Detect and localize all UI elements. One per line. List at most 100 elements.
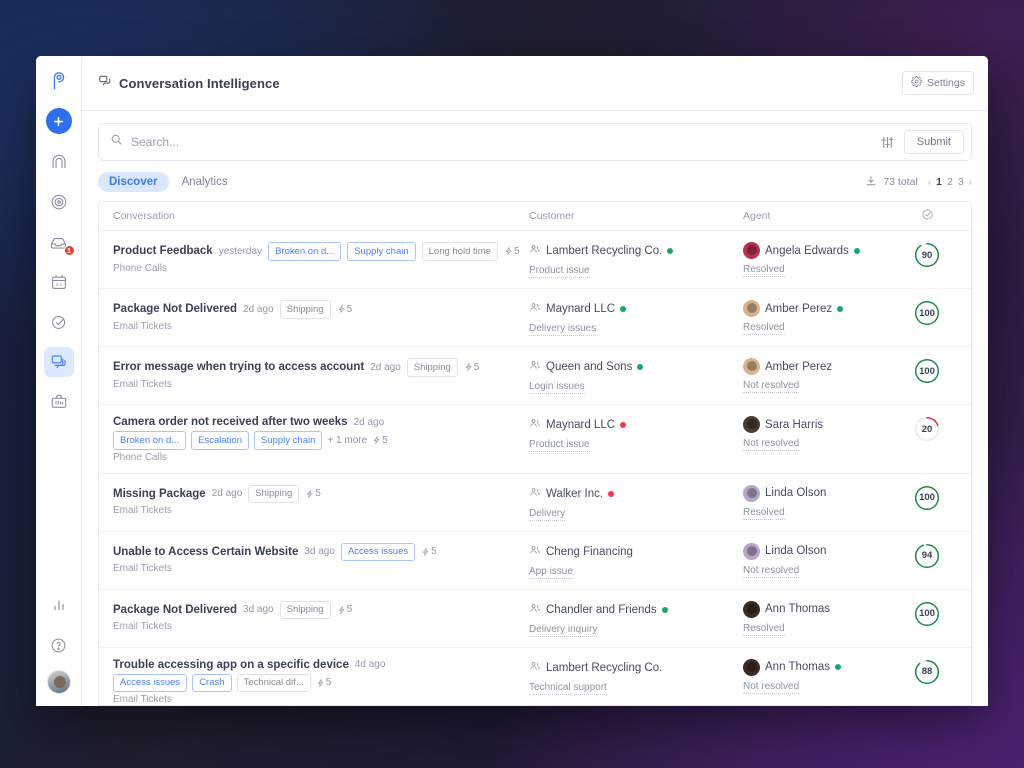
resolution-status[interactable]: Not resolved: [743, 681, 800, 694]
tab-analytics[interactable]: Analytics: [171, 172, 239, 192]
conversation-title[interactable]: Camera order not received after two week…: [113, 416, 348, 428]
customer-name: Chandler and Friends: [546, 603, 657, 616]
tag[interactable]: Escalation: [191, 431, 249, 450]
tag[interactable]: Access issues: [113, 673, 188, 692]
cell-agent: Amber Perez Resolved: [743, 300, 897, 335]
customer-topic[interactable]: Delivery: [529, 508, 566, 521]
customer-topic[interactable]: Login issues: [529, 381, 585, 394]
search-input[interactable]: [131, 135, 871, 149]
cell-score: 100: [897, 358, 957, 384]
sidebar-item-home[interactable]: [44, 147, 74, 177]
sidebar-item-help[interactable]: [44, 630, 74, 660]
sidebar-item-inbox[interactable]: 1: [44, 227, 75, 257]
add-button[interactable]: [45, 108, 72, 134]
tag[interactable]: Shipping: [248, 484, 300, 503]
tag[interactable]: Broken on d...: [268, 242, 342, 261]
app-logo-icon[interactable]: [44, 66, 74, 96]
table-row[interactable]: Error message when trying to access acco…: [99, 347, 971, 405]
resolution-status[interactable]: Resolved: [743, 623, 785, 636]
cell-customer: Maynard LLC Delivery issues: [529, 300, 743, 336]
tag[interactable]: Technical dif...: [236, 673, 311, 692]
pagination-prev[interactable]: ‹: [928, 177, 931, 188]
settings-button[interactable]: Settings: [902, 71, 974, 95]
table-row[interactable]: Trouble accessing app on a specific devi…: [99, 648, 971, 705]
conversation-title[interactable]: Missing Package: [113, 488, 206, 500]
sidebar-item-reports[interactable]: [44, 387, 74, 417]
tag[interactable]: Shipping: [406, 358, 458, 377]
tag[interactable]: Shipping: [279, 600, 331, 619]
score-ring: 100: [914, 601, 940, 627]
resolution-status[interactable]: Resolved: [743, 264, 785, 277]
status-dot: [620, 306, 627, 312]
pagination-page-1[interactable]: 1: [936, 176, 942, 188]
agent-name: Angela Edwards: [765, 244, 849, 257]
tag[interactable]: Access issues: [340, 542, 416, 561]
download-icon[interactable]: [865, 175, 877, 190]
table-row[interactable]: Package Not Delivered 3d ago Shipping 5 Emai…: [99, 590, 971, 648]
sidebar-item-tasks[interactable]: [44, 307, 74, 337]
conversation-title[interactable]: Error message when trying to access acco…: [113, 361, 364, 373]
customer-topic[interactable]: App issue: [529, 566, 573, 579]
tag[interactable]: Long hold time: [421, 242, 498, 261]
sidebar-item-analytics[interactable]: [44, 590, 74, 620]
score-ring: 100: [914, 300, 940, 326]
conversation-channel: Email Tickets: [113, 694, 172, 705]
submit-button[interactable]: Submit: [903, 130, 964, 154]
customer-topic[interactable]: Product issue: [529, 265, 590, 278]
table-row[interactable]: Missing Package 2d ago Shipping 5 Email Tick…: [99, 474, 971, 532]
sliders-icon[interactable]: [871, 135, 904, 150]
status-dot: [620, 422, 627, 428]
more-tags-label[interactable]: + 1 more: [327, 435, 367, 446]
table-row[interactable]: Unable to Access Certain Website 3d ago Ac…: [99, 532, 971, 590]
sentiment-score: 5: [464, 362, 479, 373]
customer-topic[interactable]: Product issue: [529, 439, 590, 452]
tag[interactable]: Broken on d...: [113, 431, 187, 450]
conversation-title[interactable]: Package Not Delivered: [113, 604, 237, 616]
pagination-next[interactable]: ›: [969, 177, 972, 188]
search-bar[interactable]: Submit: [98, 123, 972, 161]
customer-topic[interactable]: Technical support: [529, 682, 607, 695]
table-row[interactable]: Camera order not received after two week…: [99, 405, 971, 474]
customer-icon: [529, 659, 541, 677]
customer-icon: [529, 242, 541, 260]
conversation-title[interactable]: Trouble accessing app on a specific devi…: [113, 659, 349, 671]
tab-discover[interactable]: Discover: [98, 172, 169, 192]
tag[interactable]: Supply chain: [347, 242, 416, 261]
user-avatar[interactable]: [46, 670, 71, 694]
table-row[interactable]: Product Feedback yesterday Broken on d... S…: [99, 231, 971, 289]
tag[interactable]: Crash: [192, 673, 232, 692]
cell-score: 94: [897, 543, 957, 569]
tag[interactable]: Supply chain: [254, 431, 323, 450]
resolution-status[interactable]: Resolved: [743, 322, 785, 335]
resolution-status[interactable]: Not resolved: [743, 565, 800, 578]
sidebar-item-goals[interactable]: [44, 187, 74, 217]
cell-customer: Chandler and Friends Delivery inquiry: [529, 601, 743, 637]
cell-customer: Cheng Financing App issue: [529, 543, 743, 579]
pagination-page-3[interactable]: 3: [958, 176, 964, 188]
cell-score: 100: [897, 300, 957, 326]
cell-agent: Ann Thomas Not resolved: [743, 658, 897, 694]
svg-text:1:1: 1:1: [55, 282, 62, 288]
customer-topic[interactable]: Delivery inquiry: [529, 624, 598, 637]
status-dot: [637, 364, 644, 370]
table-row[interactable]: Package Not Delivered 2d ago Shipping 5 Emai…: [99, 289, 971, 347]
sentiment-score: 5: [305, 488, 321, 499]
cell-score: 100: [897, 601, 957, 627]
sidebar-item-meetings[interactable]: 1:1: [44, 267, 74, 297]
score-ring: 90: [914, 242, 940, 268]
tag[interactable]: Shipping: [279, 300, 331, 319]
conversation-title[interactable]: Unable to Access Certain Website: [113, 546, 298, 558]
conversation-title[interactable]: Product Feedback: [113, 245, 213, 257]
sidebar-item-conversations[interactable]: [43, 347, 74, 377]
customer-topic[interactable]: Delivery issues: [529, 323, 597, 336]
pagination-page-2[interactable]: 2: [947, 176, 953, 188]
conversation-time: 2d ago: [211, 488, 243, 500]
resolution-status[interactable]: Resolved: [743, 507, 785, 520]
cell-customer: Queen and Sons Login issues: [529, 358, 743, 394]
conversation-title[interactable]: Package Not Delivered: [113, 303, 237, 315]
resolution-status[interactable]: Not resolved: [743, 380, 800, 393]
sentiment-score: 5: [337, 304, 352, 315]
pagination: ‹ 1 2 3 ›: [928, 176, 972, 188]
cell-conversation: Camera order not received after two week…: [113, 416, 529, 463]
resolution-status[interactable]: Not resolved: [743, 438, 800, 451]
